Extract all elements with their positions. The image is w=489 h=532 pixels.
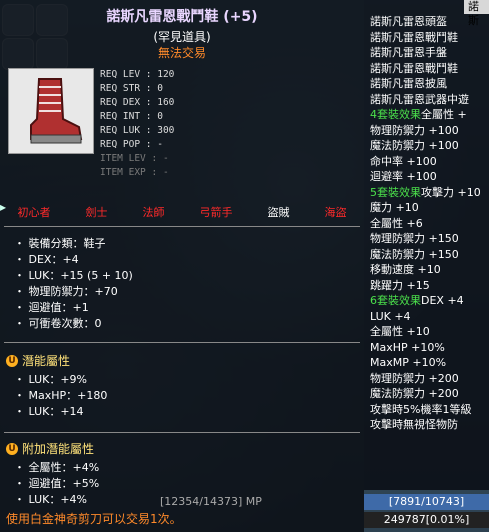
req-row: REQ POP : -	[100, 139, 163, 150]
set-effect: 魔力 +10	[370, 201, 419, 214]
req-row: REQ LEV : 120	[100, 69, 175, 80]
req-row: REQ DEX : 160	[100, 97, 175, 108]
hp-bar: [7891/10743]	[364, 494, 489, 510]
potential-line: ・ LUK：+4%	[14, 493, 88, 506]
set-effect: MaxMP +10%	[370, 356, 447, 369]
potential-header: U 潛能屬性	[6, 352, 70, 369]
req-row: REQ STR : 0	[100, 83, 163, 94]
stat-line: ・ 迴避值：+1	[14, 301, 89, 314]
trade-status: 無法交易	[157, 46, 206, 60]
stat-line: ・ 物理防禦力：+70	[14, 285, 118, 298]
mp-label: MP	[245, 495, 262, 508]
divider	[4, 432, 360, 433]
stat-line: ・ 可衝卷次數：0	[14, 317, 102, 330]
set-effect: 魔法防禦力 +200	[370, 387, 459, 400]
potential-line: ・ 全屬性：+4%	[14, 461, 100, 474]
potential-line: ・ 迴避值：+5%	[14, 477, 100, 490]
set-effect: 全屬性 +10	[370, 325, 430, 338]
job-list: 初心者 劍士 法師 弓箭手 盜賊 海盜	[0, 204, 364, 220]
item-tooltip: 諾斯凡雷恩戰鬥鞋 (+5) (罕見道具) 無法交易 REQ LEV : 120 …	[0, 0, 364, 532]
bonus-potential-header: U 附加潛能屬性	[6, 440, 94, 457]
mp-value: [12354/14373]	[160, 495, 243, 508]
set-effects-panel: 諾斯 諾斯凡雷恩頭盔 諾斯凡雷恩戰鬥鞋 諾斯凡雷恩手盤 諾斯凡雷恩戰鬥鞋 諾斯凡…	[364, 0, 489, 490]
item-rarity: (罕見道具)	[153, 30, 211, 44]
job-beginner: 初心者	[17, 206, 51, 219]
set-item: 諾斯凡雷恩戰鬥鞋	[370, 61, 458, 75]
set-effect: 跳躍力 +15	[370, 278, 430, 292]
mp-bar: [12354/14373] MP	[160, 494, 364, 510]
set-effect: 移動速度 +10	[370, 263, 441, 276]
job-warrior: 劍士	[85, 206, 108, 219]
arrow-icon: ▸	[0, 200, 7, 214]
stat-line: ・ 裝備分類：鞋子	[14, 237, 106, 250]
divider	[4, 226, 360, 227]
set-effect: 命中率 +100	[370, 154, 437, 168]
potential-badge-icon: U	[6, 354, 18, 367]
potential-line: ・ LUK：+9%	[14, 373, 88, 386]
set-tier-5: 5套裝效果攻擊力 +10	[370, 185, 481, 199]
item-image-frame	[8, 68, 94, 154]
job-magician: 法師	[142, 206, 165, 219]
bonus-potential-list: ・ 全屬性：+4% ・ 迴避值：+5% ・ LUK：+4%	[14, 460, 99, 508]
set-effect: 物理防禦力 +100	[370, 123, 459, 137]
req-row: ITEM LEV : -	[100, 153, 169, 164]
potential-line: ・ LUK：+14	[14, 405, 84, 418]
req-row: ITEM EXP : -	[100, 167, 169, 178]
set-effect: 攻擊時5%機率1等級	[370, 402, 472, 416]
set-item: 諾斯凡雷恩戰鬥鞋	[370, 30, 458, 44]
req-row: REQ LUK : 300	[100, 125, 175, 136]
red-boots-icon	[30, 78, 83, 144]
set-tier-4: 4套裝效果全屬性 +	[370, 108, 467, 121]
job-archer: 弓箭手	[199, 206, 233, 219]
req-row: REQ INT : 0	[100, 111, 163, 122]
set-effect: 物理防禦力 +150	[370, 232, 459, 245]
set-effect: 全屬性 +6	[370, 216, 423, 230]
potential-badge-icon: U	[6, 442, 18, 455]
set-panel-header: 諾斯	[464, 0, 489, 27]
divider	[4, 342, 360, 343]
stats-list: ・ 裝備分類：鞋子 ・ DEX：+4 ・ LUK：+15 (5 + 10) ・ …	[14, 236, 133, 332]
set-tier-6: 6套裝效果DEX +4	[370, 294, 464, 307]
item-title: 諾斯凡雷恩戰鬥鞋 (+5)	[106, 9, 258, 25]
trade-footer-note: 使用白金神奇剪刀可以交易1次。	[6, 512, 182, 526]
potential-list: ・ LUK：+9% ・ MaxHP：+180 ・ LUK：+14	[14, 372, 107, 420]
stat-line: ・ DEX：+4	[14, 253, 79, 266]
set-effect: 迴避率 +100	[370, 170, 437, 183]
job-pirate: 海盜	[324, 206, 347, 219]
requirements-list: REQ LEV : 120 REQ STR : 0 REQ DEX : 160 …	[100, 68, 174, 180]
job-thief: 盜賊	[267, 206, 290, 219]
set-item: 諾斯凡雷恩武器中遊	[370, 92, 469, 106]
potential-line: ・ MaxHP：+180	[14, 389, 108, 402]
set-effect: 物理防禦力 +200	[370, 371, 459, 385]
set-effect: 攻擊時無視怪物防	[370, 418, 458, 431]
set-item: 諾斯凡雷恩手盤	[370, 46, 447, 59]
stat-line: ・ LUK：+15 (5 + 10)	[14, 269, 133, 282]
exp-bar: 249787[0.01%]	[364, 512, 489, 528]
set-item: 諾斯凡雷恩披風	[370, 77, 447, 90]
set-effect: 魔法防禦力 +150	[370, 247, 459, 261]
set-effect: 魔法防禦力 +100	[370, 139, 459, 152]
set-effect: MaxHP +10%	[370, 340, 445, 354]
set-effect: LUK +4	[370, 309, 411, 323]
